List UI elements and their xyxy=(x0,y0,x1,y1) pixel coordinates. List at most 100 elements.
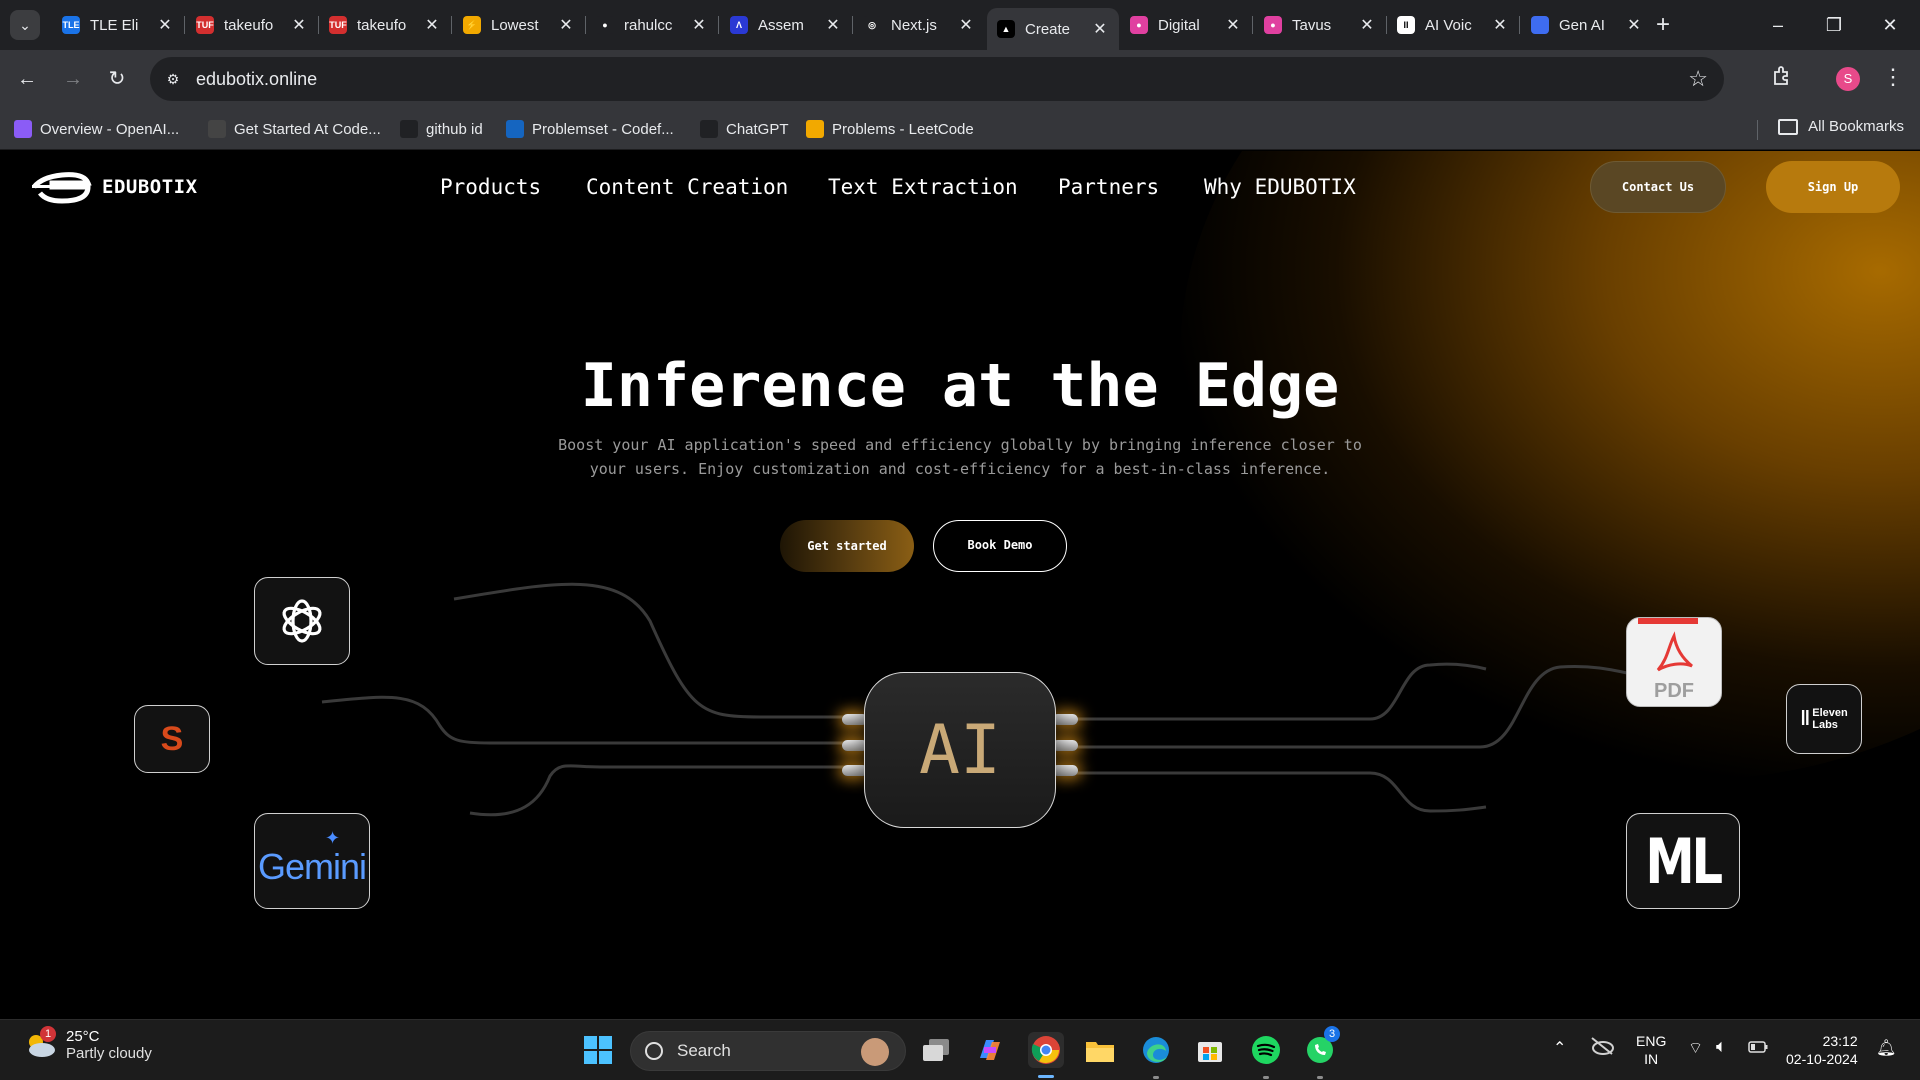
tab-title: Digital xyxy=(1158,16,1200,34)
tab-close-icon[interactable]: ✕ xyxy=(557,15,575,35)
microsoft-store-icon[interactable] xyxy=(1192,1032,1228,1068)
copilot-icon[interactable] xyxy=(972,1032,1008,1068)
whatsapp-icon[interactable]: 3 xyxy=(1302,1026,1340,1068)
connector-line xyxy=(321,695,865,745)
bookmark-label: github id xyxy=(426,120,483,138)
forward-button[interactable]: → xyxy=(58,64,88,94)
spotify-icon[interactable] xyxy=(1248,1032,1284,1068)
search-highlight-avatar xyxy=(861,1038,889,1066)
bookmark-star-icon[interactable]: ☆ xyxy=(1688,66,1708,92)
tab-favicon-icon: ▲ xyxy=(997,20,1015,38)
browser-tab[interactable]: TLE TLE Eli ✕ xyxy=(52,8,185,42)
wifi-icon[interactable]: ⌔ xyxy=(1688,1038,1703,1058)
clock-time: 23:12 xyxy=(1822,1033,1858,1049)
tab-title: takeufo xyxy=(224,16,274,34)
browser-menu-icon[interactable]: ⋮ xyxy=(1880,64,1906,94)
browser-tab[interactable]: ⚡ Lowest ✕ xyxy=(453,8,586,42)
browser-tab[interactable]: ● Digital ✕ xyxy=(1120,8,1253,42)
browser-tab[interactable]: TUF takeufo ✕ xyxy=(186,8,319,42)
browser-tab[interactable]: ● Tavus ✕ xyxy=(1254,8,1387,42)
stability-logo-card: S xyxy=(134,705,210,773)
browser-tab[interactable]: ◎ Next.js ✕ xyxy=(853,8,985,42)
notification-bell-icon[interactable]: 🔔︎ xyxy=(1876,1038,1896,1058)
ai-chip-label: AI xyxy=(919,711,1001,790)
ml-icon: ML xyxy=(1645,824,1724,898)
volume-icon[interactable]: 🔈︎ xyxy=(1716,1036,1727,1057)
openai-icon xyxy=(282,599,322,643)
browser-tab[interactable]: ▲ Create ✕ xyxy=(987,8,1119,50)
tab-close-icon[interactable]: ✕ xyxy=(1358,15,1376,35)
bookmark-item[interactable]: ChatGPT xyxy=(700,118,789,140)
tab-favicon-icon: ◎ xyxy=(863,16,881,34)
elevenlabs-line-1: Eleven xyxy=(1812,707,1848,719)
bookmark-item[interactable]: Get Started At Code... xyxy=(208,118,381,140)
weather-widget[interactable]: 1 25°C Partly cloudy xyxy=(22,1026,152,1062)
ml-logo-card: ML xyxy=(1626,813,1740,909)
address-bar[interactable]: ⚙ edubotix.online ☆ xyxy=(150,57,1724,101)
tab-strip: ⌄ TLE TLE Eli ✕ TUF takeufo ✕ TUF takeufo ✕ ⚡ Lowe… xyxy=(0,0,1920,50)
tab-close-icon[interactable]: ✕ xyxy=(290,15,308,35)
browser-tab[interactable]: Gen AI ✕ xyxy=(1521,8,1653,42)
close-window-button[interactable]: ✕ xyxy=(1862,0,1918,50)
profile-avatar[interactable]: S xyxy=(1836,67,1860,91)
tab-close-icon[interactable]: ✕ xyxy=(1224,15,1242,35)
connector-line xyxy=(1056,771,1487,813)
bookmark-favicon-icon xyxy=(806,120,824,138)
tab-favicon-icon: ● xyxy=(1130,16,1148,34)
openai-logo-card xyxy=(254,577,350,665)
bookmark-label: Problemset - Codef... xyxy=(532,120,674,138)
website-viewport: EDUBOTIX Products Content Creation Text … xyxy=(0,151,1920,1019)
onedrive-icon[interactable] xyxy=(1590,1036,1614,1059)
pdf-icon: PDF xyxy=(1638,618,1710,706)
tab-close-icon[interactable]: ✕ xyxy=(824,15,842,35)
clock[interactable]: 23:12 02-10-2024 xyxy=(1786,1032,1858,1068)
bookmark-item[interactable]: Problemset - Codef... xyxy=(506,118,674,140)
browser-tab[interactable]: ● rahulcc ✕ xyxy=(586,8,719,42)
bookmarks-bar: Overview - OpenAI... Get Started At Code.… xyxy=(0,108,1920,150)
bookmark-item[interactable]: github id xyxy=(400,118,483,140)
tab-favicon-icon xyxy=(1531,16,1549,34)
tab-favicon-icon: ⚡ xyxy=(463,16,481,34)
browser-tab[interactable]: TUF takeufo ✕ xyxy=(319,8,452,42)
tab-close-icon[interactable]: ✕ xyxy=(156,15,174,35)
tab-close-icon[interactable]: ✕ xyxy=(1625,15,1643,35)
restore-button[interactable]: ❐ xyxy=(1806,0,1862,50)
tab-close-icon[interactable]: ✕ xyxy=(423,15,441,35)
chrome-icon[interactable] xyxy=(1028,1032,1064,1068)
task-view-icon[interactable] xyxy=(918,1032,954,1068)
url-text[interactable]: edubotix.online xyxy=(196,69,317,90)
browser-tab[interactable]: Λ Assem ✕ xyxy=(720,8,853,42)
browser-toolbar: ← → ↻ ⚙ edubotix.online ☆ S ⋮ xyxy=(0,50,1920,108)
minimize-button[interactable]: – xyxy=(1750,0,1806,50)
back-button[interactable]: ← xyxy=(12,64,42,94)
gemini-logo-card: ✦ Gemini xyxy=(254,813,370,909)
bookmark-label: Overview - OpenAI... xyxy=(40,120,180,138)
tab-title: Next.js xyxy=(891,16,937,34)
tab-close-icon[interactable]: ✕ xyxy=(1091,19,1109,39)
running-app-indicator xyxy=(1317,1076,1323,1079)
all-bookmarks[interactable]: All Bookmarks xyxy=(1778,118,1904,135)
tab-close-icon[interactable]: ✕ xyxy=(1491,15,1509,35)
bookmark-item[interactable]: Overview - OpenAI... xyxy=(14,118,179,140)
connector-line xyxy=(469,764,865,817)
edge-icon[interactable] xyxy=(1138,1032,1174,1068)
browser-tab[interactable]: II AI Voic ✕ xyxy=(1387,8,1520,42)
reload-button[interactable]: ↻ xyxy=(102,64,132,94)
language-indicator[interactable]: ENG IN xyxy=(1636,1032,1666,1068)
tab-favicon-icon: ● xyxy=(596,16,614,34)
tab-close-icon[interactable]: ✕ xyxy=(957,15,975,35)
file-explorer-icon[interactable] xyxy=(1082,1032,1118,1068)
windows-start-icon[interactable] xyxy=(580,1032,616,1068)
extensions-icon[interactable] xyxy=(1770,64,1796,94)
battery-icon[interactable] xyxy=(1748,1040,1768,1056)
site-info-icon[interactable]: ⚙ xyxy=(162,68,184,90)
tab-title: Create xyxy=(1025,20,1071,38)
new-tab-button[interactable]: + xyxy=(1648,10,1678,40)
tray-chevron-up-icon[interactable]: ⌃ xyxy=(1553,1038,1566,1058)
bookmark-item[interactable]: Problems - LeetCode xyxy=(806,118,974,140)
tab-close-icon[interactable]: ✕ xyxy=(690,15,708,35)
chevron-down-icon: ⌄ xyxy=(19,16,31,33)
reload-icon: ↻ xyxy=(108,68,126,90)
taskbar-search[interactable]: Search xyxy=(630,1031,906,1071)
tab-search-button[interactable]: ⌄ xyxy=(10,10,40,40)
